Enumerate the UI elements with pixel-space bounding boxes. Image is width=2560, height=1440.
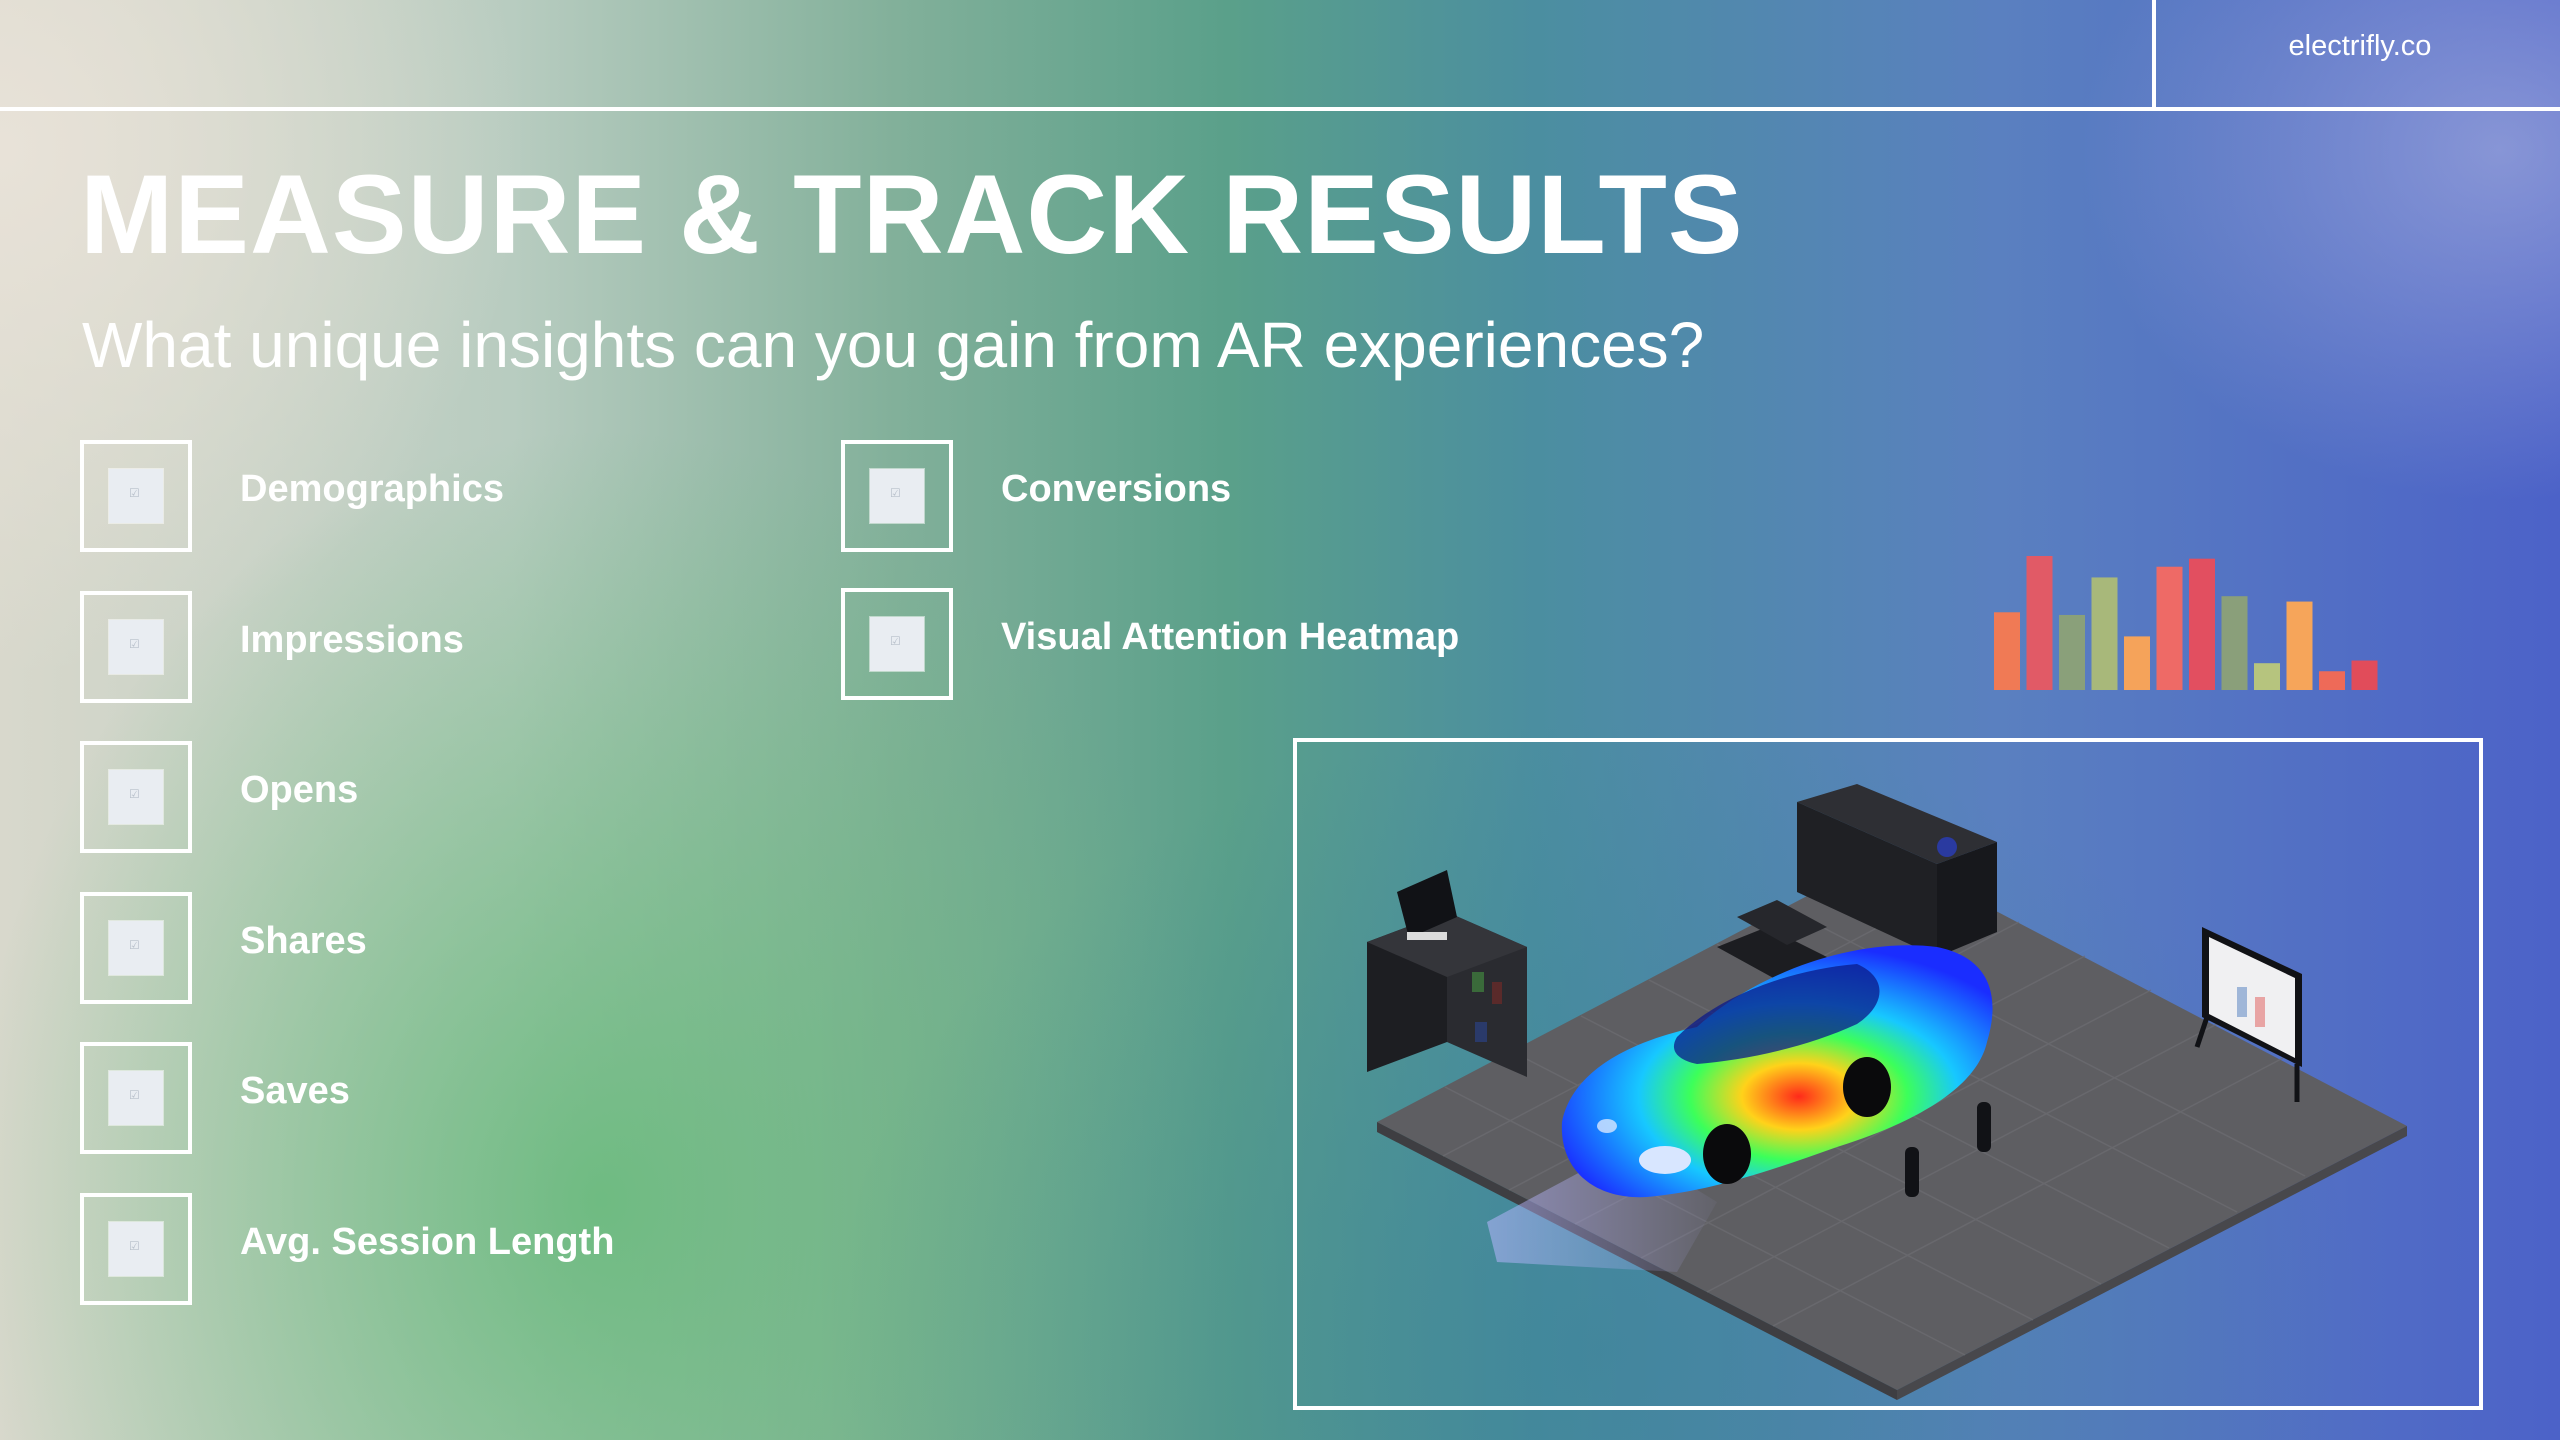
decor-bar xyxy=(2286,601,2313,690)
metric-label: Demographics xyxy=(240,468,504,510)
checkbox-icon: ☑ xyxy=(80,1193,192,1305)
decor-bar xyxy=(2189,558,2215,690)
decor-bar xyxy=(2254,663,2280,690)
decor-bar xyxy=(2351,660,2378,690)
checkbox-icon: ☑ xyxy=(80,741,192,853)
metric-label: Shares xyxy=(240,920,367,962)
decor-bar xyxy=(1994,612,2020,690)
headlight xyxy=(1639,1146,1691,1174)
keyboard xyxy=(1407,932,1447,940)
header-divider xyxy=(2152,0,2156,109)
metric-label: Saves xyxy=(240,1070,350,1112)
header-rule xyxy=(0,107,2560,111)
wheel xyxy=(1703,1124,1751,1184)
checkbox-icon: ☑ xyxy=(80,591,192,703)
brand-url: electrifly.co xyxy=(2288,30,2432,62)
ar-heatmap-image xyxy=(1293,738,2483,1410)
bollard xyxy=(1977,1102,1991,1152)
page-subtitle: What unique insights can you gain from A… xyxy=(82,309,1705,381)
bollard xyxy=(1905,1147,1919,1197)
bar-chart-icon xyxy=(1994,556,2378,690)
decor-bar xyxy=(2221,596,2248,690)
checkbox-icon: ☑ xyxy=(80,440,192,552)
decor-bar xyxy=(2319,671,2345,690)
decor-bar xyxy=(2124,636,2150,690)
checkbox-icon: ☑ xyxy=(841,588,953,700)
metric-label: Conversions xyxy=(1001,468,1232,510)
metric-label: Opens xyxy=(240,769,359,811)
checkbox-icon: ☑ xyxy=(80,1042,192,1154)
checkbox-icon: ☑ xyxy=(80,892,192,1004)
page-title: MEASURE & TRACK RESULTS xyxy=(80,152,1744,277)
decor-bar xyxy=(2156,566,2183,690)
decor-bar xyxy=(2059,614,2085,690)
decor-bar xyxy=(2091,577,2118,690)
wheel xyxy=(1843,1057,1891,1117)
decor-bar xyxy=(2026,556,2053,690)
ar-showroom-illustration xyxy=(1367,784,2407,1400)
metric-label: Avg. Session Length xyxy=(240,1221,615,1263)
metric-label: Visual Attention Heatmap xyxy=(1001,616,1460,658)
checkbox-icon: ☑ xyxy=(841,440,953,552)
metric-label: Impressions xyxy=(240,619,464,661)
